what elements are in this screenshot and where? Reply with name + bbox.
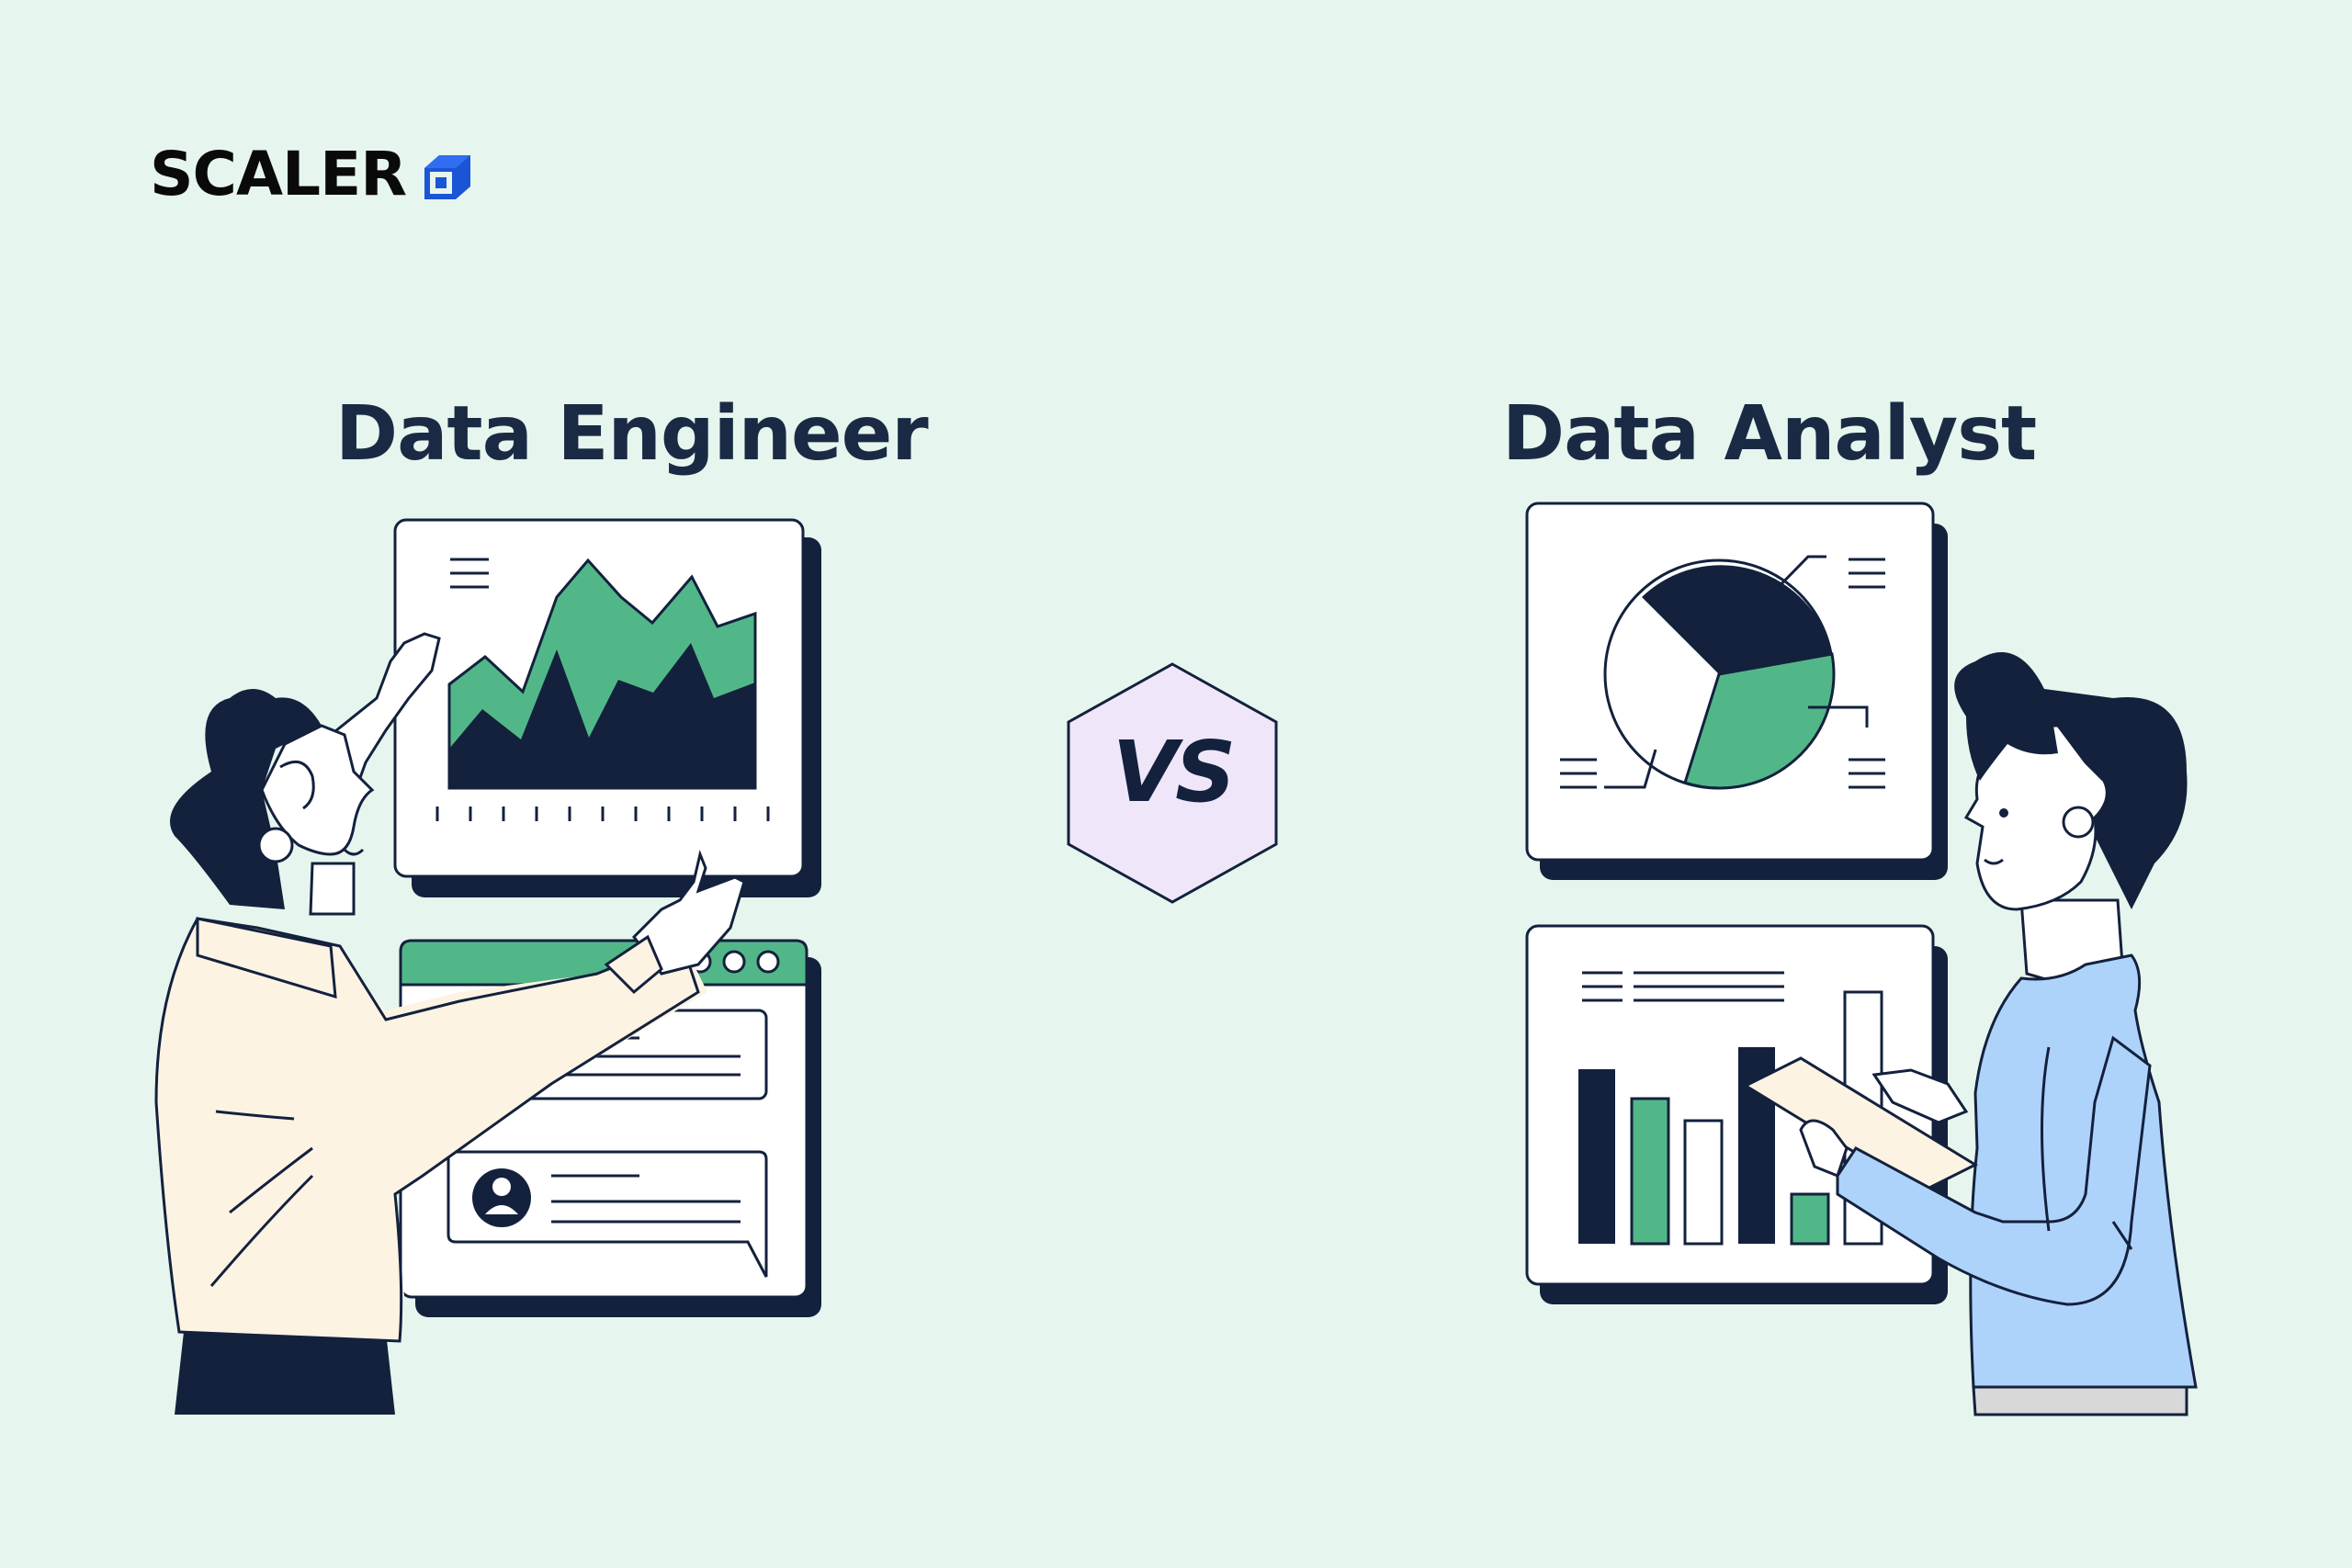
vs-label: VS: [1112, 723, 1236, 821]
analyst-pie-chart-card: [1525, 502, 1948, 880]
engineer-area-chart-card: [393, 518, 821, 897]
